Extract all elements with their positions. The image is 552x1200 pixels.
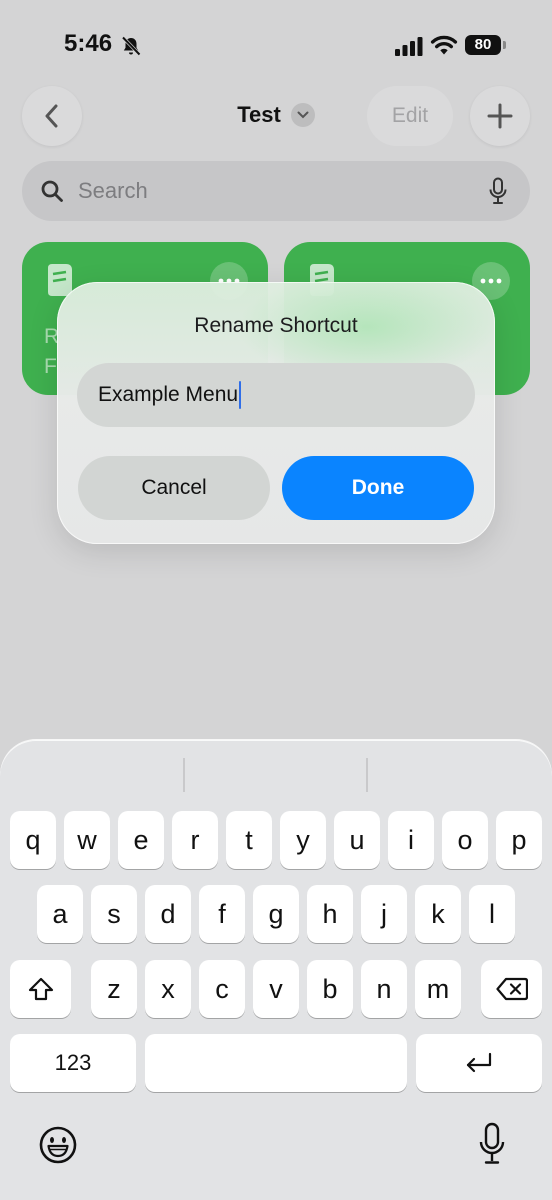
battery-icon: 80 [465, 35, 506, 55]
cancel-button[interactable]: Cancel [78, 456, 270, 520]
bell-slash-icon [121, 36, 141, 56]
search-bar[interactable]: Search [22, 161, 530, 221]
key-z[interactable]: z [91, 960, 137, 1018]
emoji-icon[interactable] [38, 1125, 78, 1165]
key-h[interactable]: h [307, 885, 353, 943]
key-g[interactable]: g [253, 885, 299, 943]
text-cursor [239, 381, 242, 409]
microphone-icon[interactable] [488, 177, 508, 205]
cellular-signal-icon [395, 37, 423, 56]
key-j[interactable]: j [361, 885, 407, 943]
delete-icon [495, 977, 528, 1001]
dictation-icon[interactable] [478, 1122, 506, 1166]
key-b[interactable]: b [307, 960, 353, 1018]
search-icon [41, 180, 63, 202]
plus-icon [487, 103, 513, 129]
wifi-icon [430, 35, 458, 55]
key-x[interactable]: x [145, 960, 191, 1018]
return-icon [466, 1052, 492, 1073]
return-key[interactable] [416, 1034, 542, 1092]
key-u[interactable]: u [334, 811, 380, 869]
numbers-key[interactable]: 123 [10, 1034, 136, 1092]
rename-dialog: Rename Shortcut Example Menu Cancel Done [57, 282, 495, 544]
page-title: Test [237, 102, 281, 127]
key-s[interactable]: s [91, 885, 137, 943]
key-k[interactable]: k [415, 885, 461, 943]
chevron-down-icon [290, 103, 315, 127]
key-r[interactable]: r [172, 811, 218, 869]
key-o[interactable]: o [442, 811, 488, 869]
key-w[interactable]: w [64, 811, 110, 869]
status-bar: 5:46 80 [0, 0, 552, 90]
key-a[interactable]: a [37, 885, 83, 943]
search-input[interactable]: Search [78, 178, 148, 204]
keyboard: q w e r t y u i o p a s d f g h j k l z … [0, 740, 552, 1200]
battery-level: 80 [474, 36, 492, 53]
key-y[interactable]: y [280, 811, 326, 869]
delete-key[interactable] [481, 960, 542, 1018]
key-n[interactable]: n [361, 960, 407, 1018]
key-v[interactable]: v [253, 960, 299, 1018]
key-d[interactable]: d [145, 885, 191, 943]
add-button[interactable] [470, 86, 530, 146]
key-c[interactable]: c [199, 960, 245, 1018]
title-menu-button[interactable]: Test [237, 102, 315, 128]
shift-key[interactable] [10, 960, 71, 1018]
key-t[interactable]: t [226, 811, 272, 869]
key-p[interactable]: p [496, 811, 542, 869]
dialog-title: Rename Shortcut [194, 314, 358, 337]
key-l[interactable]: l [469, 885, 515, 943]
prediction-divider [183, 758, 185, 792]
name-input[interactable]: Example Menu [77, 363, 475, 427]
key-q[interactable]: q [10, 811, 56, 869]
key-f[interactable]: f [199, 885, 245, 943]
key-e[interactable]: e [118, 811, 164, 869]
prediction-divider [366, 758, 368, 792]
edit-button[interactable]: Edit [367, 86, 453, 146]
done-button[interactable]: Done [282, 456, 474, 520]
key-m[interactable]: m [415, 960, 461, 1018]
status-time: 5:46 [64, 30, 113, 57]
key-i[interactable]: i [388, 811, 434, 869]
name-input-value: Example Menu [98, 383, 239, 406]
shift-icon [28, 977, 53, 1001]
space-key[interactable] [145, 1034, 407, 1092]
